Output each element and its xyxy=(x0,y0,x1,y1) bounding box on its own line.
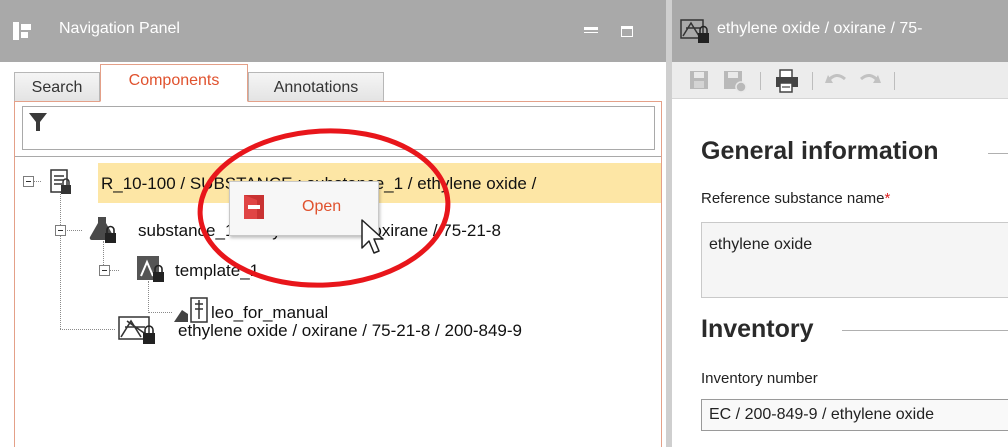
undo-icon[interactable] xyxy=(824,69,848,96)
toolbar-separator xyxy=(812,72,813,90)
tree-row-label: template_1 xyxy=(175,261,260,280)
components-tab-content: R_10-100 / SUBSTANCE : substance_1 / eth… xyxy=(14,101,662,447)
toolbar-separator xyxy=(894,72,895,90)
collapse-icon[interactable] xyxy=(99,265,110,276)
reference-substance-lock-icon xyxy=(678,17,712,45)
flask-lock-icon xyxy=(88,214,118,249)
editor-toolbar xyxy=(672,62,1008,99)
section-title-general-information: General information xyxy=(701,137,939,165)
tree-connector xyxy=(34,181,41,182)
section-title-inventory: Inventory xyxy=(701,315,814,343)
editor-content: General information Reference substance … xyxy=(672,99,1008,447)
inventory-number-field[interactable]: EC / 200-849-9 / ethylene oxide xyxy=(701,399,1008,431)
tree-connector xyxy=(60,329,115,330)
filter-funnel-icon[interactable] xyxy=(28,112,48,132)
reference-substance-lock-icon xyxy=(115,313,159,350)
mouse-cursor-icon xyxy=(360,218,386,256)
reference-substance-name-label: Reference substance name* xyxy=(701,190,890,207)
save-disabled-icon[interactable] xyxy=(722,69,748,98)
reference-substance-name-value: ethylene oxide xyxy=(709,236,813,253)
required-marker: * xyxy=(884,190,891,207)
reference-substance-name-label-text: Reference substance name xyxy=(701,190,885,207)
tree-row-template[interactable]: template_1 xyxy=(172,250,372,290)
dossier-lock-icon xyxy=(49,169,73,200)
editor-panel: ethylene oxide / oxirane / 75- General i… xyxy=(672,0,1008,447)
tree-row-reference-substance[interactable]: ethylene oxide / oxirane / 75-21-8 / 200… xyxy=(175,310,635,350)
tab-search[interactable]: Search xyxy=(14,72,100,102)
collapse-icon[interactable] xyxy=(23,176,34,187)
navigation-panel-titlebar: Navigation Panel xyxy=(0,0,666,62)
navigation-panel-title: Navigation Panel xyxy=(59,20,180,37)
filter-bar[interactable] xyxy=(22,106,655,150)
tab-annotations[interactable]: Annotations xyxy=(248,72,384,102)
section-divider xyxy=(842,330,1008,331)
navigation-panel-icon xyxy=(12,21,34,41)
context-menu: Open xyxy=(229,181,379,236)
reference-substance-name-field[interactable]: ethylene oxide xyxy=(701,222,1008,298)
editor-titlebar: ethylene oxide / oxirane / 75- xyxy=(672,0,1008,62)
collapse-icon[interactable] xyxy=(55,225,66,236)
open-document-icon[interactable] xyxy=(243,194,265,220)
print-icon[interactable] xyxy=(774,69,800,98)
section-divider xyxy=(988,153,1008,154)
inventory-number-value: EC / 200-849-9 / ethylene oxide xyxy=(709,406,935,423)
navigation-panel-body: Search Components Annotations R_10-100 /… xyxy=(0,62,666,447)
template-lock-icon xyxy=(135,254,167,289)
editor-title: ethylene oxide / oxirane / 75- xyxy=(717,20,923,37)
maximize-icon[interactable] xyxy=(621,26,633,37)
tab-components[interactable]: Components xyxy=(100,64,248,102)
tree-connector xyxy=(60,189,61,329)
minimize-icon[interactable] xyxy=(584,25,600,37)
save-icon[interactable] xyxy=(688,69,710,96)
tree-row-label: ethylene oxide / oxirane / 75-21-8 / 200… xyxy=(178,321,523,340)
toolbar-separator xyxy=(760,72,761,90)
context-menu-open[interactable]: Open xyxy=(302,198,341,216)
tree-row-dossier[interactable]: R_10-100 / SUBSTANCE : substance_1 / eth… xyxy=(98,163,661,203)
redo-icon[interactable] xyxy=(858,69,882,96)
inventory-number-label: Inventory number xyxy=(701,370,818,387)
